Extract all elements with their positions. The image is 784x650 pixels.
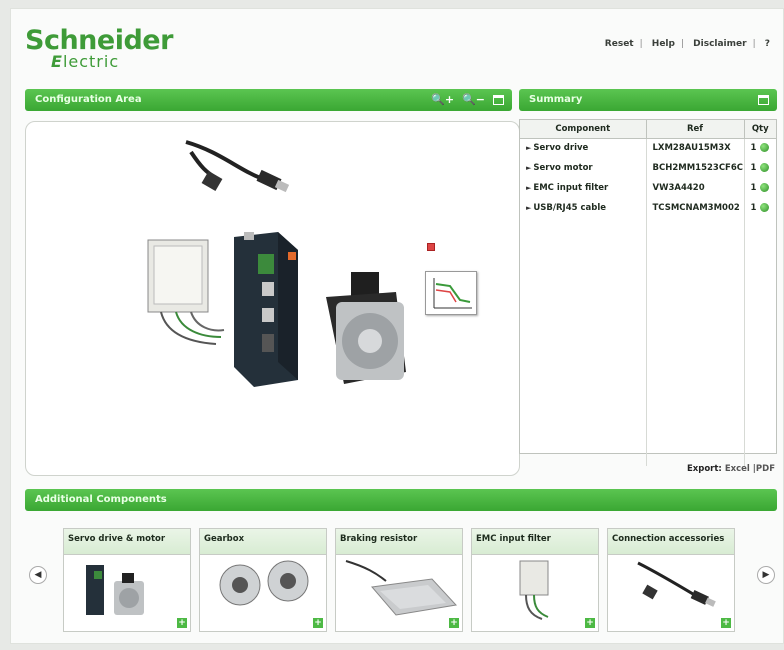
add-icon[interactable]: + <box>313 618 323 628</box>
export-excel-link[interactable]: Excel <box>725 464 750 474</box>
card-emc-input-filter[interactable]: EMC input filter + <box>471 528 599 632</box>
remove-icon[interactable] <box>427 243 435 251</box>
card-title: EMC input filter <box>472 529 598 555</box>
card-connection-accessories[interactable]: Connection accessories + <box>607 528 735 632</box>
summary-panel: Component Ref Qty ► Servo drive LXM28AU15… <box>519 119 777 466</box>
servo-drive-image[interactable] <box>234 232 298 387</box>
summary-header-row: Component Ref Qty <box>520 120 776 139</box>
summary-table: Component Ref Qty ► Servo drive LXM28AU15… <box>520 120 776 466</box>
card-gearbox[interactable]: Gearbox + <box>199 528 327 632</box>
row-qty: 1 <box>750 163 757 173</box>
row-component: Servo drive <box>533 143 589 154</box>
status-dot-icon[interactable] <box>760 183 770 192</box>
table-row[interactable]: ► EMC input filter VW3A4420 1 <box>520 178 776 198</box>
status-dot-icon[interactable] <box>760 203 770 212</box>
carousel-prev-button[interactable]: ◀ <box>29 566 47 584</box>
card-title: Braking resistor <box>336 529 462 555</box>
table-row[interactable]: ► Servo motor BCH2MM1523CF6C 1 <box>520 158 776 178</box>
configuration-area-header: Configuration Area 🔍+ 🔍− <box>25 89 512 111</box>
braking-resistor-thumbnail <box>345 560 457 616</box>
configurator-page: Schneider Electric Reset | Help | Disclaim… <box>10 8 784 644</box>
status-dot-icon[interactable] <box>760 143 770 153</box>
row-qty: 1 <box>750 143 757 154</box>
export-label: Export: <box>686 464 722 474</box>
connection-accessories-thumbnail <box>637 561 716 607</box>
column-component: Component <box>520 120 647 139</box>
row-component: EMC input filter <box>533 183 609 193</box>
add-icon[interactable]: + <box>721 618 731 628</box>
emc-filter-image[interactable] <box>147 239 225 345</box>
logo-sub-text: lectric <box>62 52 120 71</box>
servo-drive-motor-thumbnail <box>86 565 144 615</box>
additional-components-header: Additional Components <box>25 489 777 511</box>
logo-e: E <box>51 52 63 71</box>
summary-maximize-icon[interactable] <box>758 95 769 105</box>
status-dot-icon[interactable] <box>760 163 770 172</box>
add-icon[interactable]: + <box>449 618 459 628</box>
row-ref: VW3A4420 <box>646 178 745 198</box>
logo-name: Schneider <box>25 25 173 56</box>
emc-filter-thumbnail <box>519 560 549 620</box>
row-arrow-icon: ► <box>526 184 532 192</box>
reset-link[interactable]: Reset <box>605 39 634 49</box>
add-icon[interactable]: + <box>177 618 187 628</box>
summary-title: Summary <box>529 94 583 105</box>
configuration-area-title: Configuration Area <box>35 94 142 105</box>
additional-components-carousel: ◀ ▶ Servo drive & motor + Gearbox + Brak… <box>25 516 777 636</box>
gearbox-thumbnail <box>219 560 309 606</box>
card-title: Connection accessories <box>608 529 734 555</box>
row-ref: BCH2MM1523CF6C <box>646 158 745 178</box>
row-arrow-icon: ► <box>526 164 532 172</box>
servo-motor-image[interactable] <box>326 272 406 384</box>
disclaimer-link[interactable]: Disclaimer <box>693 39 746 49</box>
row-component: USB/RJ45 cable <box>533 203 607 213</box>
row-arrow-icon: ► <box>526 144 532 153</box>
card-title: Gearbox <box>200 529 326 555</box>
card-title: Servo drive & motor <box>64 529 190 555</box>
help-link[interactable]: Help <box>652 39 675 49</box>
table-row[interactable]: ► USB/RJ45 cable TCSMCNAM3M002 1 <box>520 198 776 218</box>
zoom-out-icon[interactable]: 🔍− <box>462 89 485 111</box>
schneider-logo: Schneider Electric <box>25 27 173 70</box>
row-ref: TCSMCNAM3M002 <box>646 198 745 218</box>
row-qty: 1 <box>750 203 757 213</box>
card-braking-resistor[interactable]: Braking resistor + <box>335 528 463 632</box>
column-qty: Qty <box>744 120 776 139</box>
carousel-next-button[interactable]: ▶ <box>757 566 775 584</box>
additional-components-title: Additional Components <box>35 494 167 505</box>
maximize-icon[interactable] <box>493 95 504 105</box>
summary-header: Summary <box>519 89 777 111</box>
torque-curve-icon[interactable] <box>425 271 477 315</box>
row-qty: 1 <box>750 183 757 193</box>
usb-rj45-cable-image[interactable] <box>185 140 290 193</box>
add-icon[interactable]: + <box>585 618 595 628</box>
column-ref: Ref <box>646 120 745 139</box>
export-links: Export: Excel |PDF <box>686 464 775 474</box>
table-filler-row <box>520 218 776 466</box>
zoom-in-icon[interactable]: 🔍+ <box>431 89 454 111</box>
question-link[interactable]: ? <box>765 39 770 49</box>
row-arrow-icon: ► <box>526 204 532 212</box>
export-pdf-link[interactable]: PDF <box>756 464 775 474</box>
table-row[interactable]: ► Servo drive LXM28AU15M3X 1 <box>520 138 776 158</box>
top-links: Reset | Help | Disclaimer | ? <box>604 39 770 49</box>
row-ref: LXM28AU15M3X <box>646 138 745 158</box>
row-component: Servo motor <box>533 163 593 173</box>
logo-subtitle: Electric <box>51 54 173 70</box>
card-servo-drive-motor[interactable]: Servo drive & motor + <box>63 528 191 632</box>
